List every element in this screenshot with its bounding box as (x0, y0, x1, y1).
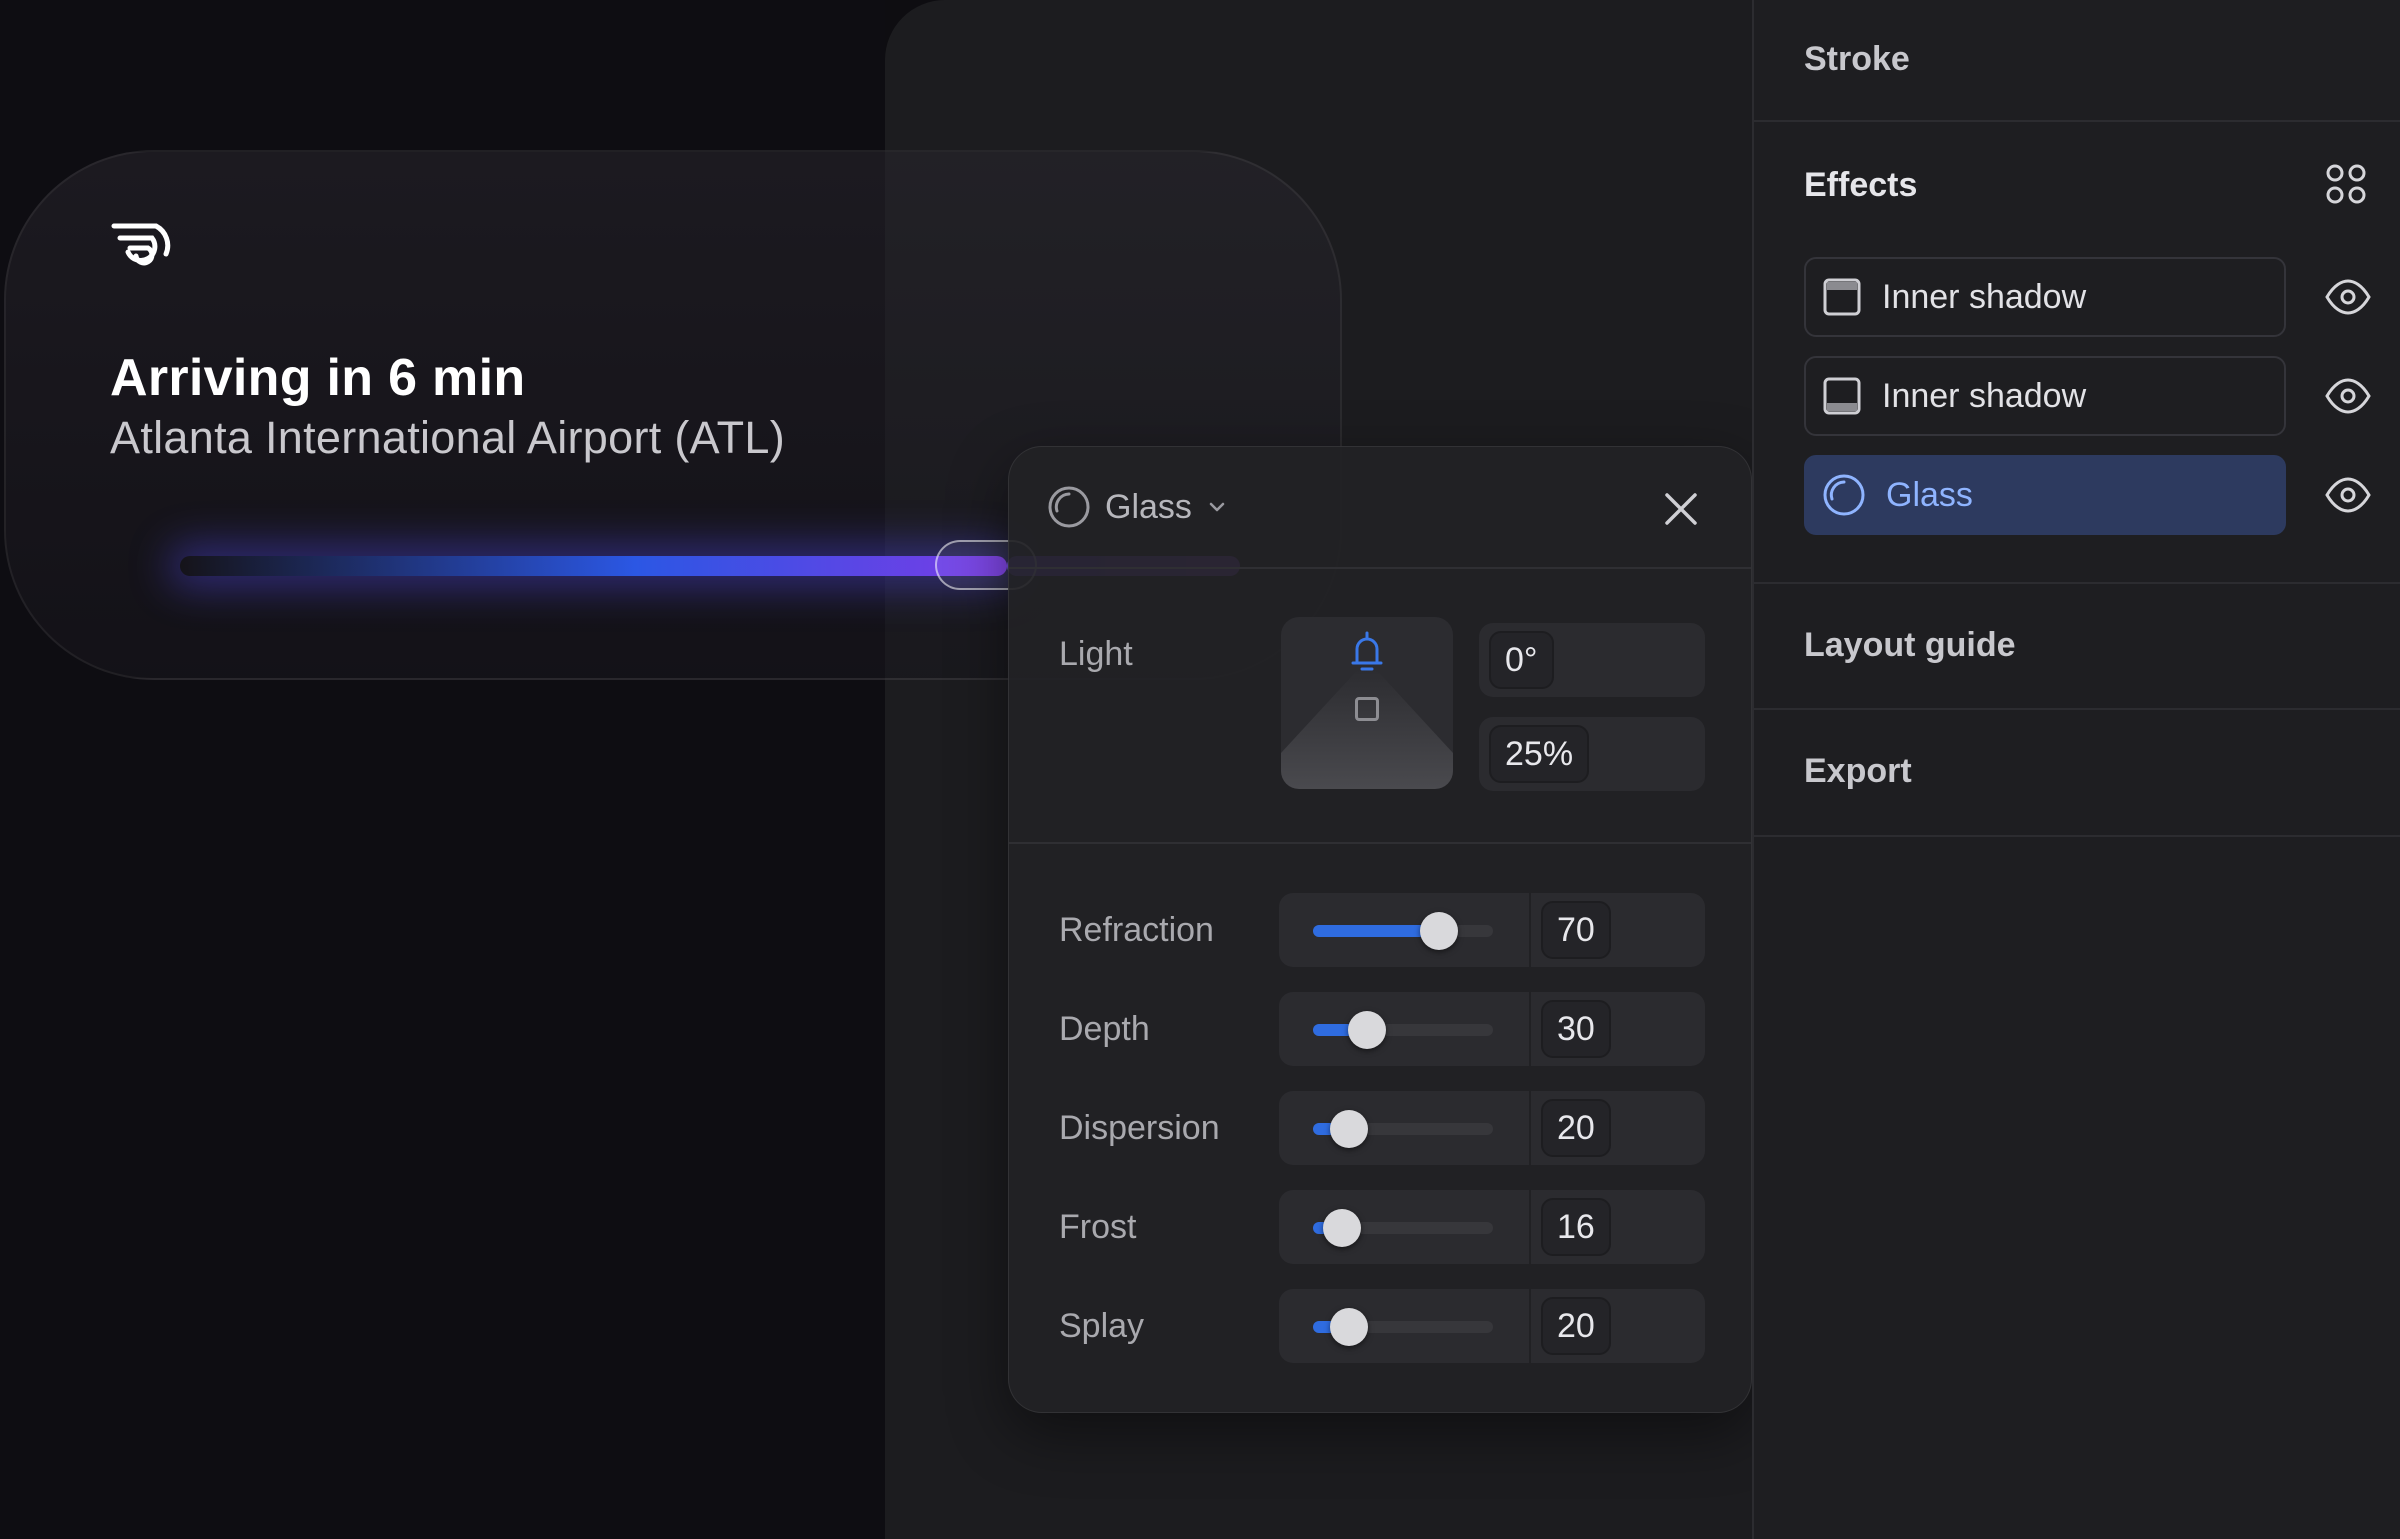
arrival-title: Arriving in 6 min (110, 349, 526, 407)
panel-divider (1754, 708, 2400, 710)
section-layout-guide[interactable]: Layout guide (1804, 626, 2016, 665)
section-stroke[interactable]: Stroke (1804, 40, 1910, 79)
splay-value-field[interactable]: 20 (1531, 1289, 1705, 1363)
light-direction-pad[interactable] (1281, 617, 1453, 789)
slider-row-frost: 16 (1009, 1190, 1751, 1264)
panel-divider (1754, 120, 2400, 122)
slider-thumb[interactable] (1420, 912, 1458, 950)
frost-slider[interactable] (1279, 1190, 1529, 1264)
trip-progress-fill (180, 556, 1007, 576)
section-export[interactable]: Export (1804, 752, 1912, 791)
slider-track[interactable] (1313, 912, 1493, 950)
slider-thumb[interactable] (1330, 1308, 1368, 1346)
panel-divider (1754, 835, 2400, 837)
effect-item-label: Inner shadow (1882, 277, 2087, 316)
eye-icon[interactable] (2324, 372, 2372, 420)
close-icon[interactable] (1661, 489, 1701, 529)
section-effects[interactable]: Effects (1804, 166, 1917, 205)
effect-item-label: Inner shadow (1882, 376, 2087, 415)
slider-thumb[interactable] (1330, 1110, 1368, 1148)
refraction-value: 70 (1541, 901, 1611, 959)
eye-icon[interactable] (2324, 273, 2372, 321)
depth-slider[interactable] (1279, 992, 1529, 1066)
dispersion-value-field[interactable]: 20 (1531, 1091, 1705, 1165)
glass-icon (1823, 474, 1865, 516)
slider-track[interactable] (1313, 1110, 1493, 1148)
light-intensity-value: 25% (1489, 725, 1590, 783)
section-divider (1009, 842, 1751, 844)
slider-thumb[interactable] (1322, 1209, 1361, 1247)
slider-row-splay: 20 (1009, 1289, 1751, 1363)
properties-panel: Stroke Effects Inner shadow Inner shadow (1752, 0, 2400, 1539)
effect-type-label: Glass (1105, 487, 1192, 526)
effect-item-glass[interactable]: Glass (1804, 455, 2286, 535)
light-label: Light (1059, 635, 1133, 673)
inner-shadow-bottom-icon (1823, 377, 1861, 415)
light-intensity-field[interactable]: 25% (1479, 717, 1705, 791)
brand-logo-icon (111, 223, 171, 266)
effect-item-label: Glass (1886, 475, 1973, 514)
popover-header: Glass (1009, 447, 1751, 569)
effect-item-inner-shadow-1[interactable]: Inner shadow (1804, 257, 2286, 337)
depth-value-field[interactable]: 30 (1531, 992, 1705, 1066)
depth-value: 30 (1541, 1000, 1611, 1058)
glass-icon (1048, 486, 1090, 528)
light-target-icon (1355, 697, 1379, 721)
frost-value-field[interactable]: 16 (1531, 1190, 1705, 1264)
slider-track[interactable] (1313, 1011, 1493, 1049)
slider-row-refraction: 70 (1009, 893, 1751, 967)
slider-row-dispersion: 20 (1009, 1091, 1751, 1165)
light-angle-field[interactable]: 0° (1479, 623, 1705, 697)
refraction-value-field[interactable]: 70 (1531, 893, 1705, 967)
glass-effect-popover: Glass Light 0° 25% Refraction 70 Depth 30 Di… (1008, 446, 1752, 1413)
frost-value: 16 (1541, 1198, 1611, 1256)
effect-type-dropdown[interactable]: Glass (1047, 485, 1228, 529)
effect-styles-icon[interactable] (2324, 162, 2368, 206)
splay-slider[interactable] (1279, 1289, 1529, 1363)
panel-divider (1754, 582, 2400, 584)
slider-track[interactable] (1313, 1209, 1493, 1247)
inner-shadow-top-icon (1823, 278, 1861, 316)
arrival-destination: Atlanta International Airport (ATL) (110, 412, 785, 463)
light-cone (1281, 669, 1453, 789)
light-angle-value: 0° (1489, 631, 1554, 689)
slider-track[interactable] (1313, 1308, 1493, 1346)
slider-thumb[interactable] (1348, 1011, 1386, 1049)
dispersion-slider[interactable] (1279, 1091, 1529, 1165)
slider-row-depth: 30 (1009, 992, 1751, 1066)
light-source-icon[interactable] (1347, 629, 1387, 675)
dispersion-value: 20 (1541, 1099, 1611, 1157)
effect-item-inner-shadow-2[interactable]: Inner shadow (1804, 356, 2286, 436)
refraction-slider[interactable] (1279, 893, 1529, 967)
chevron-down-icon (1209, 502, 1225, 512)
splay-value: 20 (1541, 1297, 1611, 1355)
eye-icon[interactable] (2324, 471, 2372, 519)
